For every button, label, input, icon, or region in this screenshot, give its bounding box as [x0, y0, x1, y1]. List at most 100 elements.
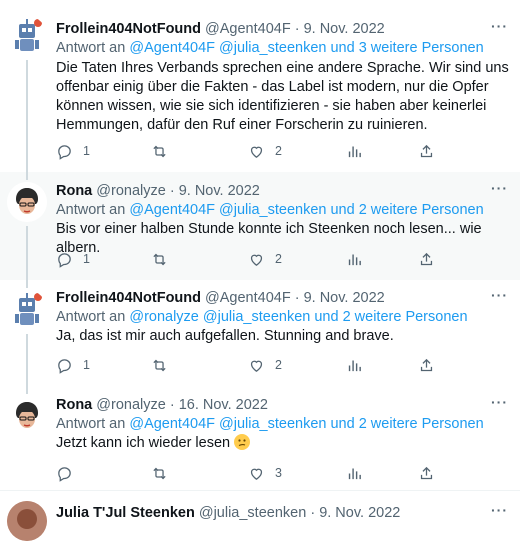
more-options-icon[interactable]: ···: [491, 502, 508, 518]
action-bar: 1 2: [56, 141, 456, 161]
more-options-icon[interactable]: ···: [491, 18, 508, 34]
retweet-button[interactable]: [151, 249, 178, 269]
views-icon: [348, 146, 361, 157]
reply-context: Antwort an @Agent404F @julia_steenken un…: [56, 201, 484, 219]
retweet-button[interactable]: [151, 463, 178, 483]
separator: ·: [290, 21, 304, 37]
retweet-icon: [153, 359, 166, 371]
thread-line: [26, 172, 28, 180]
tweet-text-content: Jetzt kann ich wieder lesen: [56, 435, 231, 451]
thread-line: [26, 226, 28, 280]
separator: ·: [165, 397, 179, 413]
retweet-button[interactable]: [151, 355, 178, 375]
views-icon: [348, 468, 361, 479]
separator: ·: [290, 290, 304, 306]
reply-button[interactable]: 1: [56, 141, 90, 161]
reply-prefix: Antwort an: [56, 202, 130, 218]
robot-avatar[interactable]: [7, 290, 47, 330]
reply-context: Antwort an @Agent404F @julia_steenken un…: [56, 415, 484, 433]
tweet-date[interactable]: 9. Nov. 2022: [304, 21, 385, 37]
tweet-header: Rona @ronalyze · 16. Nov. 2022: [56, 396, 268, 414]
author-handle[interactable]: @julia_steenken: [199, 505, 306, 521]
views-button[interactable]: [346, 141, 363, 161]
like-count: 2: [275, 144, 282, 158]
views-icon: [348, 254, 361, 265]
tweet-date[interactable]: 9. Nov. 2022: [179, 183, 260, 199]
reply-button[interactable]: [56, 463, 83, 483]
author-handle[interactable]: @Agent404F: [205, 21, 291, 37]
like-count: 2: [275, 252, 282, 266]
heart-icon: [250, 146, 263, 158]
like-button[interactable]: 2: [248, 249, 282, 269]
tweet-2[interactable]: Rona @ronalyze · 9. Nov. 2022 ··· Antwor…: [0, 172, 520, 280]
reply-count: 1: [83, 358, 90, 372]
reply-targets-link[interactable]: @Agent404F @julia_steenken und 3 weitere…: [129, 40, 483, 56]
more-options-icon[interactable]: ···: [491, 394, 508, 410]
confused-face-icon: [234, 434, 251, 450]
author-name[interactable]: Frollein404NotFound: [56, 21, 201, 37]
reply-button[interactable]: 1: [56, 355, 90, 375]
tweet-date[interactable]: 9. Nov. 2022: [304, 290, 385, 306]
share-icon: [420, 144, 433, 157]
author-handle[interactable]: @Agent404F: [205, 290, 291, 306]
tweet-date[interactable]: 9. Nov. 2022: [319, 505, 400, 521]
tweet-3[interactable]: Frollein404NotFound @Agent404F · 9. Nov.…: [0, 280, 520, 386]
retweet-icon: [153, 145, 166, 157]
action-bar: 3: [56, 463, 456, 483]
tweet-1[interactable]: Frollein404NotFound @Agent404F · 9. Nov.…: [0, 0, 520, 172]
thread-line: [26, 60, 28, 172]
reply-prefix: Antwort an: [56, 309, 130, 325]
share-icon: [420, 252, 433, 265]
share-button[interactable]: [418, 355, 435, 375]
reply-button[interactable]: 1: [56, 249, 90, 269]
reply-context: Antwort an @Agent404F @julia_steenken un…: [56, 39, 484, 57]
tweet-5[interactable]: Julia T'Jul Steenken @julia_steenken · 9…: [0, 490, 520, 541]
user-avatar[interactable]: [7, 396, 47, 436]
reply-icon: [58, 144, 71, 160]
like-button[interactable]: 2: [248, 141, 282, 161]
retweet-icon: [153, 253, 166, 265]
tweet-header: Julia T'Jul Steenken @julia_steenken · 9…: [56, 504, 400, 522]
more-options-icon[interactable]: ···: [491, 287, 508, 303]
robot-avatar[interactable]: [7, 16, 47, 56]
reply-targets-link[interactable]: @ronalyze @julia_steenken und 2 weitere …: [129, 309, 467, 325]
action-bar: 1 2: [56, 249, 456, 269]
share-button[interactable]: [418, 141, 435, 161]
reply-targets-link[interactable]: @Agent404F @julia_steenken und 2 weitere…: [129, 202, 483, 218]
tweet-header: Frollein404NotFound @Agent404F · 9. Nov.…: [56, 20, 385, 38]
share-button[interactable]: [418, 249, 435, 269]
user-avatar[interactable]: [7, 501, 47, 541]
views-button[interactable]: [346, 249, 363, 269]
reply-icon: [58, 252, 71, 268]
more-options-icon[interactable]: ···: [491, 180, 508, 196]
heart-icon: [250, 468, 263, 480]
author-handle[interactable]: @ronalyze: [96, 183, 166, 199]
tweet-4[interactable]: Rona @ronalyze · 16. Nov. 2022 ··· Antwo…: [0, 386, 520, 486]
tweet-text: Ja, das ist mir auch aufgefallen. Stunni…: [56, 328, 394, 344]
like-button[interactable]: 3: [248, 463, 282, 483]
author-name[interactable]: Rona: [56, 397, 92, 413]
share-button[interactable]: [418, 463, 435, 483]
views-icon: [348, 360, 361, 371]
author-name[interactable]: Frollein404NotFound: [56, 290, 201, 306]
thread-line: [26, 334, 28, 386]
tweet-date[interactable]: 16. Nov. 2022: [179, 397, 268, 413]
user-avatar[interactable]: [7, 182, 47, 222]
reply-count: 1: [83, 252, 90, 266]
reply-context: Antwort an @ronalyze @julia_steenken und…: [56, 308, 468, 326]
reply-targets-link[interactable]: @Agent404F @julia_steenken und 2 weitere…: [129, 416, 483, 432]
reply-icon: [58, 466, 71, 482]
reply-prefix: Antwort an: [56, 40, 130, 56]
reply-count: 1: [83, 144, 90, 158]
author-handle[interactable]: @ronalyze: [96, 397, 166, 413]
retweet-button[interactable]: [151, 141, 178, 161]
author-name[interactable]: Julia T'Jul Steenken: [56, 505, 195, 521]
heart-icon: [250, 360, 263, 372]
separator: ·: [165, 183, 179, 199]
author-name[interactable]: Rona: [56, 183, 92, 199]
views-button[interactable]: [346, 463, 363, 483]
like-button[interactable]: 2: [248, 355, 282, 375]
views-button[interactable]: [346, 355, 363, 375]
tweet-text: Jetzt kann ich wieder lesen: [56, 434, 511, 453]
retweet-icon: [153, 467, 166, 479]
